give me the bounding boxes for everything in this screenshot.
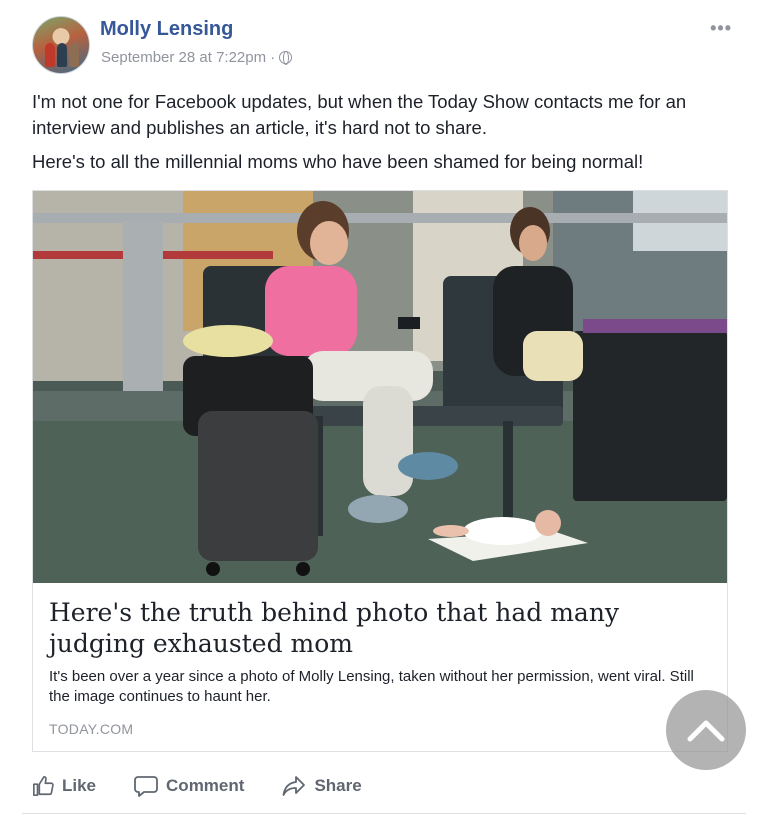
- link-preview-body: Here's the truth behind photo that had m…: [33, 583, 727, 737]
- scroll-to-top-button[interactable]: [666, 690, 746, 770]
- link-title[interactable]: Here's the truth behind photo that had m…: [49, 597, 711, 659]
- like-label: Like: [62, 776, 97, 795]
- share-icon: [283, 776, 306, 796]
- thumbs-up-icon: [33, 776, 54, 796]
- link-preview-card[interactable]: Here's the truth behind photo that had m…: [32, 190, 728, 752]
- post-meta: September 28 at 7:22pm ·: [101, 49, 293, 66]
- comment-label: Comment: [166, 776, 245, 795]
- post-paragraph: I'm not one for Facebook updates, but wh…: [32, 91, 687, 138]
- post-timestamp[interactable]: September 28 at 7:22pm ·: [101, 49, 275, 66]
- comment-button[interactable]: Comment: [134, 775, 244, 797]
- ellipsis-icon[interactable]: •••: [710, 18, 732, 39]
- post-divider: [22, 813, 746, 814]
- link-preview-image[interactable]: [33, 191, 727, 583]
- author-name[interactable]: Molly Lensing: [100, 18, 233, 41]
- post-header: Molly Lensing September 28 at 7:22pm · •…: [32, 16, 736, 76]
- like-button[interactable]: Like: [32, 775, 96, 797]
- link-description: It's been over a year since a photo of M…: [49, 668, 694, 705]
- share-label: Share: [314, 776, 362, 795]
- post-actions: Like Comment Share: [32, 770, 728, 802]
- share-button[interactable]: Share: [282, 775, 362, 797]
- chevron-up-icon: [687, 720, 725, 742]
- globe-icon[interactable]: [279, 51, 293, 65]
- comment-icon: [134, 776, 158, 797]
- post-paragraph: Here's to all the millennial moms who ha…: [32, 151, 644, 172]
- link-domain: TODAY.COM: [49, 721, 134, 737]
- facebook-post: Molly Lensing September 28 at 7:22pm · •…: [0, 0, 768, 823]
- post-text: I'm not one for Facebook updates, but wh…: [32, 89, 736, 183]
- author-avatar[interactable]: [32, 16, 90, 74]
- airport-photo-illustration: [33, 191, 727, 583]
